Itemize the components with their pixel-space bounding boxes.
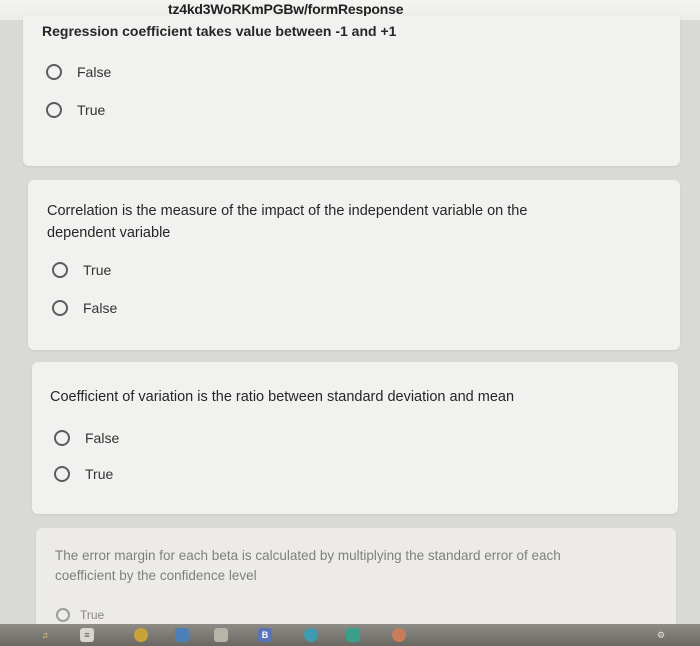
option-false[interactable]: False	[46, 64, 111, 80]
radio-button[interactable]	[56, 608, 70, 622]
option-label: True	[77, 102, 106, 118]
radio-button[interactable]	[52, 300, 68, 316]
question-title: Coefficient of variation is the ratio be…	[50, 389, 515, 405]
taskbar: ♫ ≡ B ⚙	[0, 624, 700, 646]
radio-button[interactable]	[46, 102, 62, 118]
b-label: B	[261, 630, 269, 640]
b-icon[interactable]: B	[258, 628, 272, 642]
question-title: The error margin for each beta is calcul…	[55, 548, 561, 583]
store-icon[interactable]	[214, 628, 228, 642]
option-label: False	[85, 430, 120, 446]
question-title: Regression coefficient takes value betwe…	[42, 23, 397, 39]
question-title: Correlation is the measure of the impact…	[47, 203, 528, 241]
question-card-1: Regression coefficient takes value betwe…	[23, 16, 680, 166]
option-true[interactable]: True	[52, 262, 111, 278]
question-card-4: The error margin for each beta is calcul…	[36, 528, 676, 628]
radio-button[interactable]	[54, 430, 70, 446]
option-label: False	[77, 64, 112, 80]
radio-button[interactable]	[52, 262, 68, 278]
play-icon[interactable]	[346, 628, 360, 642]
radio-button[interactable]	[54, 466, 70, 482]
url-text: tz4kd3WoRKmPGBw/formResponse	[168, 1, 404, 17]
option-true[interactable]: True	[56, 608, 104, 622]
option-label: True	[83, 262, 112, 278]
edge-icon[interactable]	[304, 628, 318, 642]
option-label: True	[80, 608, 105, 622]
radio-button[interactable]	[46, 64, 62, 80]
option-label: True	[85, 466, 114, 482]
option-false[interactable]: False	[54, 430, 119, 446]
settings-icon[interactable]: ⚙	[654, 628, 668, 642]
option-label: False	[83, 300, 118, 316]
option-true[interactable]: True	[54, 466, 113, 482]
docs-icon[interactable]	[175, 628, 189, 642]
files-icon[interactable]: ≡	[80, 628, 94, 642]
camera-icon[interactable]	[392, 628, 406, 642]
launcher-icon[interactable]: ♫	[38, 628, 52, 642]
option-true[interactable]: True	[46, 102, 105, 118]
chrome-icon[interactable]	[134, 628, 148, 642]
question-card-3: Coefficient of variation is the ratio be…	[32, 362, 678, 514]
question-card-2: Correlation is the measure of the impact…	[28, 180, 680, 350]
option-false[interactable]: False	[52, 300, 117, 316]
